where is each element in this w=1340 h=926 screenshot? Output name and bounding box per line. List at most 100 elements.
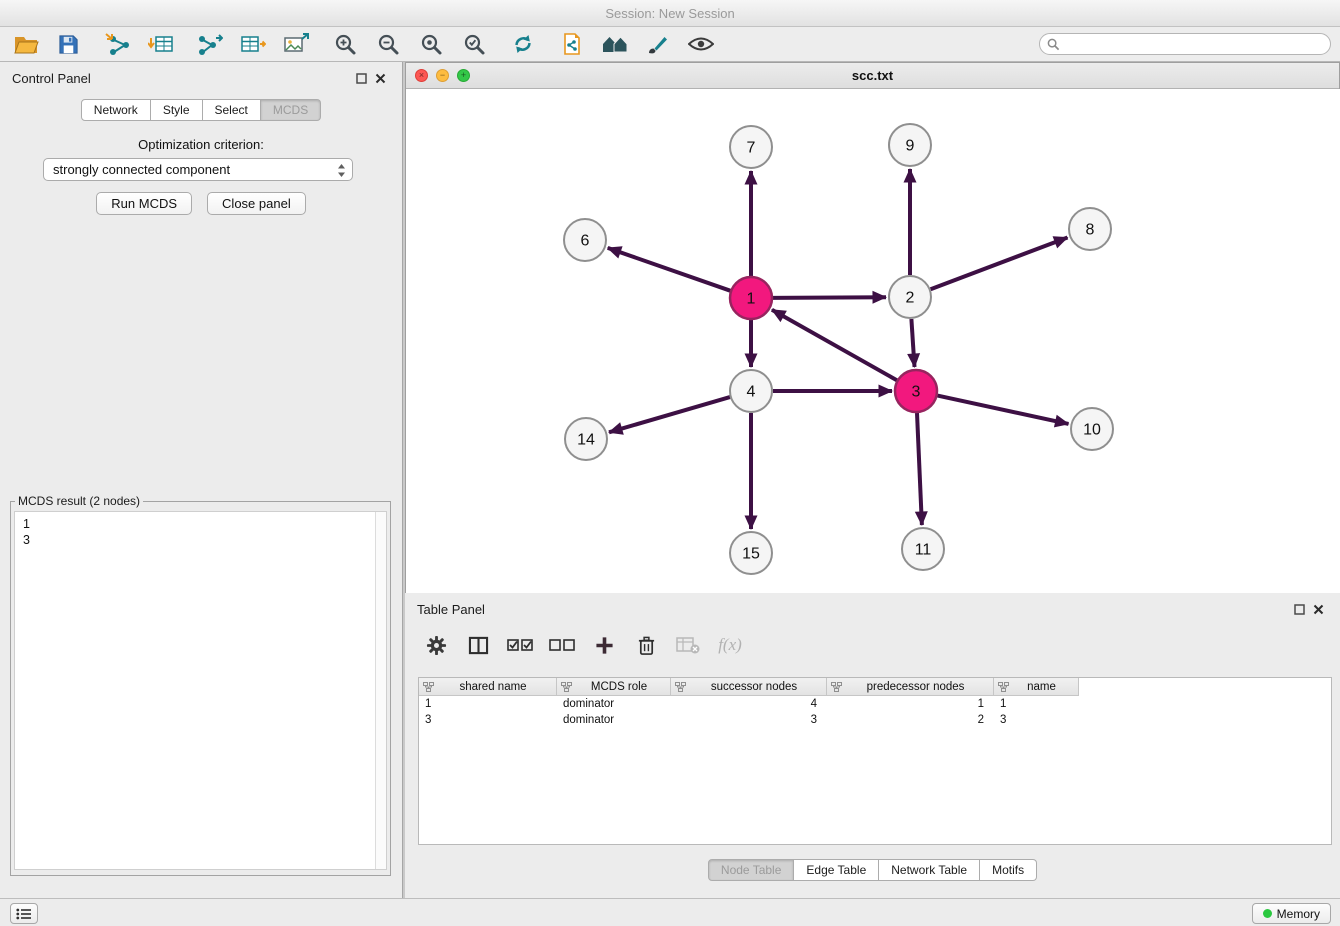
search-icon	[1047, 38, 1060, 51]
tab-network-table[interactable]: Network Table	[879, 859, 980, 881]
close-window-button[interactable]: ×	[415, 69, 428, 82]
result-scrollbar[interactable]	[375, 512, 386, 869]
export-network-button[interactable]	[192, 29, 227, 59]
graph-node-14[interactable]: 14	[565, 418, 607, 460]
graph-node-9[interactable]: 9	[889, 124, 931, 166]
toolbar-search[interactable]	[1039, 33, 1331, 55]
control-panel-title: Control Panel	[12, 71, 356, 86]
svg-text:3: 3	[912, 384, 921, 401]
graph-node-6[interactable]: 6	[564, 219, 606, 261]
svg-text:15: 15	[742, 546, 760, 563]
graph-node-1[interactable]: 1	[730, 277, 772, 319]
graph-edge-2-3[interactable]	[911, 319, 914, 367]
memory-button[interactable]: Memory	[1252, 903, 1331, 924]
add-column-button[interactable]	[591, 632, 617, 658]
graph-node-11[interactable]: 11	[902, 528, 944, 570]
tab-node-table[interactable]: Node Table	[708, 859, 795, 881]
tab-edge-table[interactable]: Edge Table	[794, 859, 879, 881]
criterion-select[interactable]: strongly connected component	[43, 158, 353, 181]
export-image-button[interactable]	[278, 29, 313, 59]
table-row[interactable]: 3dominator323	[419, 712, 1331, 728]
control-panel-tabs: Network Style Select MCDS	[81, 99, 321, 121]
zoom-fit-button[interactable]	[413, 29, 448, 59]
graph-node-2[interactable]: 2	[889, 276, 931, 318]
zoom-out-button[interactable]	[370, 29, 405, 59]
zoom-in-button[interactable]	[327, 29, 362, 59]
checked-boxes-icon	[507, 638, 533, 652]
delete-table-button[interactable]	[675, 632, 701, 658]
graph-node-8[interactable]: 8	[1069, 208, 1111, 250]
table-row[interactable]: 1dominator411	[419, 696, 1331, 712]
table-panel-tabs: Node Table Edge Table Network Table Moti…	[708, 859, 1037, 881]
close-table-panel-icon[interactable]	[1313, 604, 1324, 615]
select-all-button[interactable]	[507, 632, 533, 658]
graph-node-10[interactable]: 10	[1071, 408, 1113, 450]
list-icon	[16, 908, 32, 920]
graph-node-7[interactable]: 7	[730, 126, 772, 168]
gear-icon	[426, 635, 447, 656]
network-window: × − + scc.txt 7 9 6 8 1 2 4 3 14 10 15 11	[405, 62, 1340, 593]
deselect-all-button[interactable]	[549, 632, 575, 658]
svg-text:1: 1	[747, 291, 756, 308]
open-session-button[interactable]	[8, 29, 43, 59]
column-header-shared-name[interactable]: shared name	[419, 678, 557, 696]
graph-node-3[interactable]: 3	[895, 370, 937, 412]
tab-select[interactable]: Select	[203, 99, 261, 121]
column-header-name[interactable]: name	[994, 678, 1079, 696]
home-layout-button[interactable]	[597, 29, 632, 59]
float-table-panel-icon[interactable]	[1294, 604, 1305, 615]
table-settings-button[interactable]	[423, 632, 449, 658]
zoom-selected-button[interactable]	[456, 29, 491, 59]
svg-text:6: 6	[581, 233, 590, 250]
close-panel-icon[interactable]	[375, 73, 386, 84]
status-bar: Memory	[0, 898, 1340, 926]
graph-edge-1-2[interactable]	[773, 297, 886, 298]
graph-edge-3-11[interactable]	[917, 413, 922, 525]
tab-motifs[interactable]: Motifs	[980, 859, 1037, 881]
table-cell: dominator	[557, 698, 671, 710]
graph-edge-2-8[interactable]	[931, 238, 1068, 290]
table-cell: 3	[419, 714, 557, 726]
window-title: Session: New Session	[605, 6, 734, 21]
column-header-successor-nodes[interactable]: successor nodes	[671, 678, 827, 696]
mcds-result-line: 3	[23, 532, 386, 548]
column-sort-icon	[561, 682, 572, 692]
network-canvas[interactable]: 7 9 6 8 1 2 4 3 14 10 15 11	[406, 89, 1340, 593]
style-brush-button[interactable]	[640, 29, 675, 59]
function-builder-button[interactable]: f(x)	[717, 632, 743, 658]
close-panel-button[interactable]: Close panel	[207, 192, 306, 215]
delete-column-button[interactable]	[633, 632, 659, 658]
search-input[interactable]	[1060, 37, 1330, 51]
svg-text:8: 8	[1086, 222, 1095, 239]
export-network-icon	[197, 32, 223, 56]
mcds-result-legend: MCDS result (2 nodes)	[15, 494, 143, 508]
column-header-mcds-role[interactable]: MCDS role	[557, 678, 671, 696]
graph-edge-1-6[interactable]	[608, 248, 731, 291]
export-table-button[interactable]	[235, 29, 270, 59]
graph-edge-3-1[interactable]	[772, 310, 897, 380]
show-panels-button[interactable]	[10, 903, 38, 924]
maximize-window-button[interactable]: +	[457, 69, 470, 82]
save-session-button[interactable]	[51, 29, 86, 59]
show-columns-button[interactable]	[465, 632, 491, 658]
refresh-view-button[interactable]	[505, 29, 540, 59]
float-panel-icon[interactable]	[356, 73, 367, 84]
graph-edge-4-14[interactable]	[609, 397, 730, 432]
tab-style[interactable]: Style	[151, 99, 203, 121]
show-details-button[interactable]	[683, 29, 718, 59]
zoom-out-icon	[376, 32, 400, 56]
copy-network-button[interactable]	[554, 29, 589, 59]
minimize-window-button[interactable]: −	[436, 69, 449, 82]
select-stepper-icon	[337, 163, 346, 181]
import-network-button[interactable]	[100, 29, 135, 59]
graph-edge-3-10[interactable]	[938, 396, 1069, 424]
column-header-predecessor-nodes[interactable]: predecessor nodes	[827, 678, 994, 696]
network-window-titlebar[interactable]: × − + scc.txt	[406, 63, 1339, 89]
import-table-button[interactable]	[143, 29, 178, 59]
mcds-result-box[interactable]: 1 3	[14, 511, 387, 870]
tab-network[interactable]: Network	[81, 99, 151, 121]
graph-node-15[interactable]: 15	[730, 532, 772, 574]
run-mcds-button[interactable]: Run MCDS	[96, 192, 192, 215]
graph-node-4[interactable]: 4	[730, 370, 772, 412]
tab-mcds[interactable]: MCDS	[261, 99, 321, 121]
